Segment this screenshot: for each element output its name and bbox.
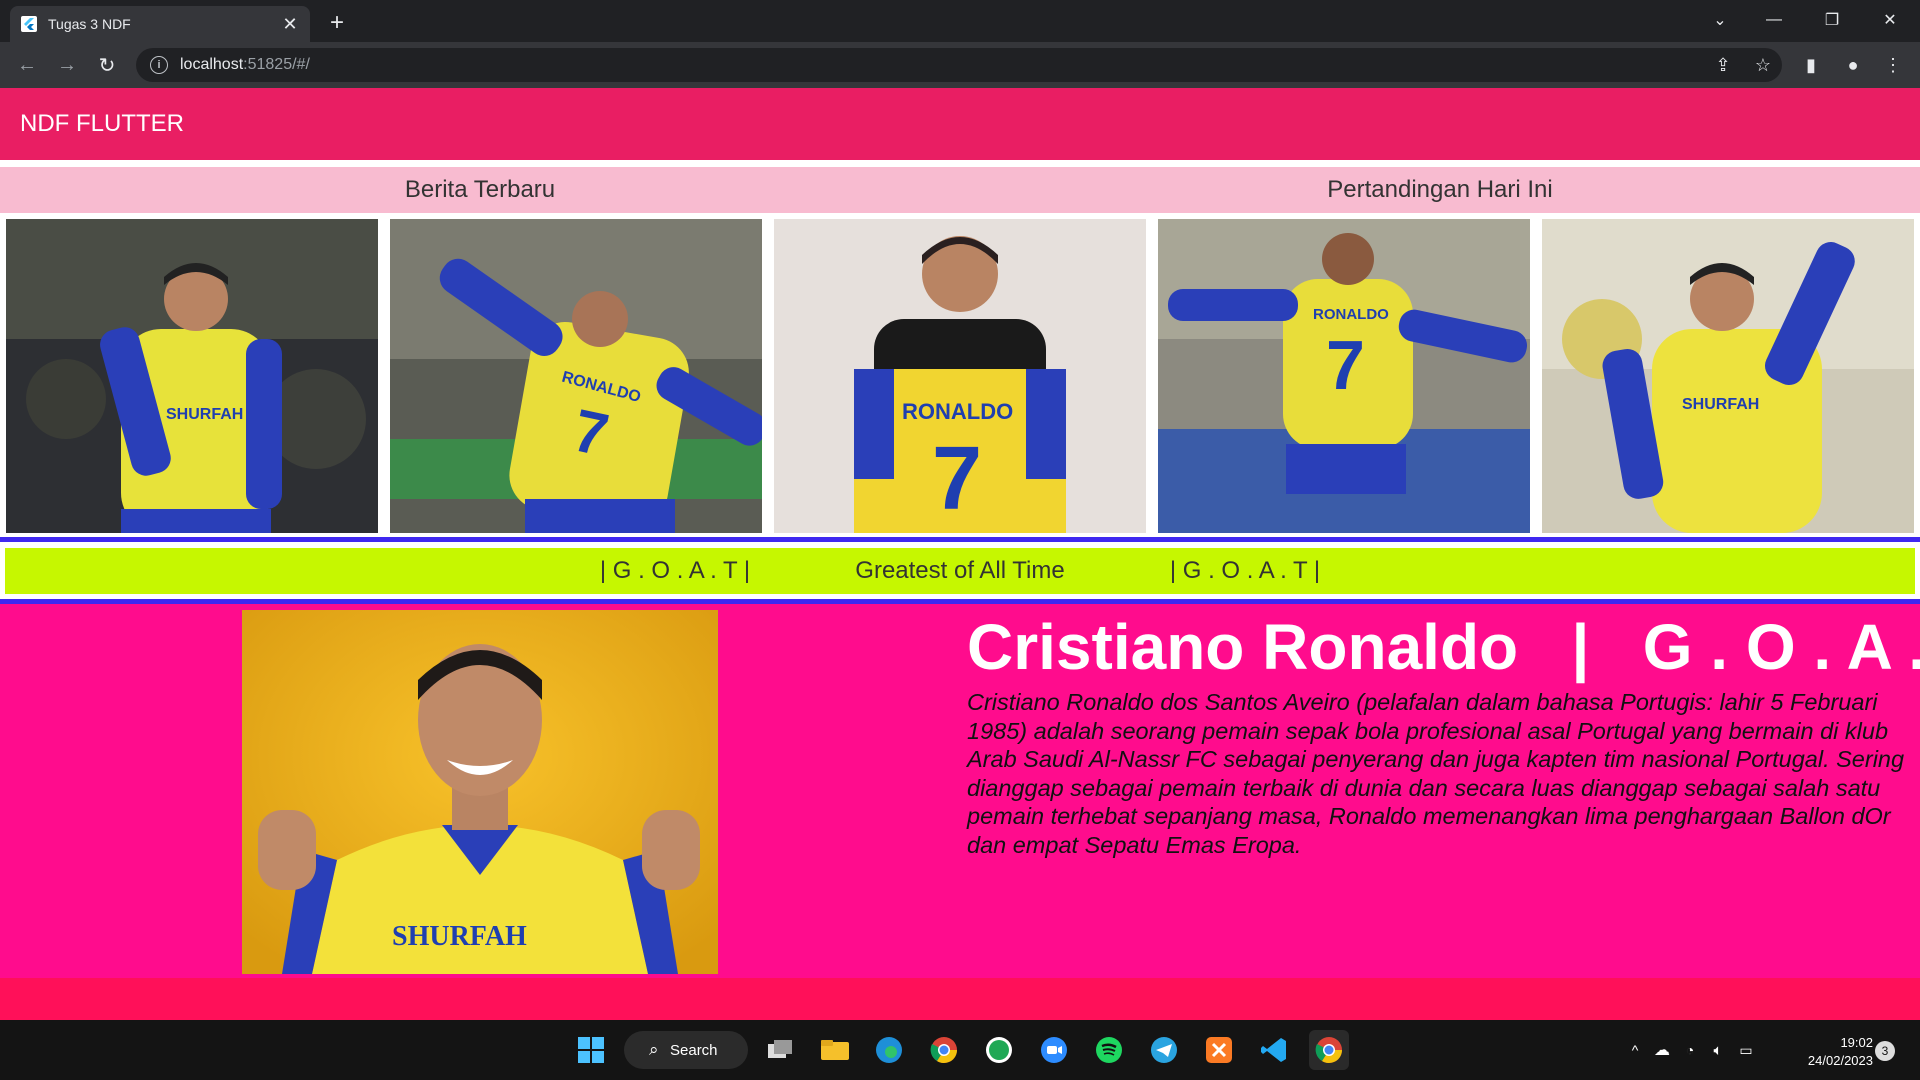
browser-tabstrip: Tugas 3 NDF ✕ + ⌄ — ❐ ✕ — [0, 0, 1920, 42]
clock-date: 24/02/2023 — [1807, 1053, 1873, 1068]
ronaldo-photo-4: RONALDO 7 — [1158, 219, 1530, 533]
tab-search-chevron-icon[interactable]: ⌄ — [1698, 0, 1742, 40]
vscode-icon[interactable] — [1254, 1030, 1294, 1070]
taskbar-search-label: Search — [670, 1041, 718, 1059]
notification-badge[interactable]: 3 — [1875, 1041, 1895, 1061]
svg-text:7: 7 — [932, 429, 982, 529]
task-view-icon[interactable] — [760, 1030, 800, 1070]
telegram-icon[interactable] — [1144, 1030, 1184, 1070]
close-window-icon[interactable]: ✕ — [1868, 0, 1912, 40]
ronaldo-photo-5: SHURFAH — [1542, 219, 1914, 533]
url-host: localhost — [180, 56, 244, 73]
side-panel-icon[interactable]: ▮ — [1796, 50, 1826, 80]
app-bar: NDF FLUTTER — [0, 88, 1920, 160]
photo-1-jersey-text: SHURFAH — [166, 406, 243, 423]
windows-taskbar: ⌕ Search ^ ☁ ◔ 🔈︎ ▭ 19:02 24/02/2023 3 — [0, 1020, 1920, 1080]
profile-bio: Cristiano Ronaldo dos Santos Aveiro (pel… — [967, 689, 1905, 858]
chevron-up-icon[interactable]: ^ — [1622, 1042, 1648, 1058]
volume-icon[interactable]: 🔈︎ — [1704, 1042, 1732, 1059]
chrome-active-icon[interactable] — [1309, 1030, 1349, 1070]
spotify-icon[interactable] — [1089, 1030, 1129, 1070]
browser-toolbar: ← → ↻ i localhost:51825/#/ ⇪ ☆ ▮ ● ⋮ — [0, 42, 1920, 88]
banner-right-text: | G . O . A . T | — [1169, 557, 1321, 584]
banner-left-text: | G . O . A . T | — [599, 557, 751, 584]
footer-strip — [0, 978, 1920, 1020]
goat-banner: | G . O . A . T | Greatest of All Time |… — [5, 548, 1915, 594]
tab-berita-terbaru[interactable]: Berita Terbaru — [0, 167, 960, 213]
share-icon[interactable]: ⇪ — [1708, 50, 1738, 80]
whatsapp-icon[interactable] — [979, 1030, 1019, 1070]
file-explorer-icon[interactable] — [815, 1030, 855, 1070]
clock-time: 19:02 — [1840, 1035, 1873, 1050]
tab-title: Tugas 3 NDF — [48, 16, 131, 32]
battery-icon[interactable]: ▭ — [1732, 1042, 1760, 1059]
photo-4-jersey-text: RONALDO — [1313, 306, 1389, 323]
photo-row: SHURFAH RONALDO 7 RONALDO 7 RONALDO 7 SH… — [0, 219, 1920, 537]
tab-bar: Berita Terbaru Pertandingan Hari Ini — [0, 167, 1920, 213]
zoom-icon[interactable] — [1034, 1030, 1074, 1070]
new-tab-icon[interactable]: + — [322, 8, 352, 38]
svg-text:7: 7 — [1326, 326, 1365, 404]
windows-start-icon[interactable] — [571, 1030, 611, 1070]
photo-5-jersey-text: SHURFAH — [1682, 396, 1759, 413]
taskbar-search[interactable]: ⌕ Search — [624, 1031, 748, 1069]
ronaldo-photo-2: RONALDO 7 — [390, 219, 762, 533]
chrome-icon[interactable] — [924, 1030, 964, 1070]
divider-top — [0, 537, 1920, 542]
tab-pertandingan-hari-ini[interactable]: Pertandingan Hari Ini — [960, 167, 1920, 213]
forward-icon[interactable]: → — [52, 50, 82, 80]
ronaldo-photo-3: RONALDO 7 — [774, 219, 1146, 533]
photo-3-jersey-text: RONALDO — [902, 399, 1013, 424]
reload-icon[interactable]: ↻ — [92, 50, 122, 80]
menu-kebab-icon[interactable]: ⋮ — [1878, 50, 1908, 80]
browser-tab[interactable]: Tugas 3 NDF ✕ — [10, 6, 310, 42]
restore-icon[interactable]: ❐ — [1810, 0, 1854, 40]
back-icon[interactable]: ← — [12, 50, 42, 80]
site-info-icon[interactable]: i — [150, 56, 168, 74]
banner-center-text: Greatest of All Time — [855, 557, 1065, 584]
system-tray: ^ ☁ ◔ 🔈︎ ▭ — [1622, 1020, 1760, 1080]
close-tab-icon[interactable]: ✕ — [280, 14, 300, 34]
minimize-icon[interactable]: — — [1752, 0, 1796, 40]
clock[interactable]: 19:02 24/02/2023 — [1783, 1034, 1873, 1070]
profile-icon[interactable]: ● — [1838, 50, 1868, 80]
address-bar[interactable]: i localhost:51825/#/ — [136, 48, 1782, 82]
profile-headline: Cristiano Ronaldo | G . O . A . T — [967, 611, 1920, 683]
search-icon: ⌕ — [649, 1040, 659, 1059]
profile-jersey-text: SHURFAH — [392, 921, 527, 952]
wifi-icon[interactable]: ◔ — [1676, 1042, 1704, 1058]
url-path: :51825/#/ — [243, 56, 310, 73]
onedrive-cloud-icon[interactable]: ☁ — [1648, 1040, 1676, 1060]
xampp-icon[interactable] — [1199, 1030, 1239, 1070]
app-title: NDF FLUTTER — [20, 110, 184, 137]
ronaldo-profile-photo: SHURFAH — [242, 610, 718, 974]
ronaldo-photo-1: SHURFAH — [6, 219, 378, 533]
edge-icon[interactable] — [869, 1030, 909, 1070]
flutter-icon — [20, 15, 38, 33]
app-viewport: NDF FLUTTER Berita Terbaru Pertandingan … — [0, 88, 1920, 1020]
profile-section: SHURFAH Cristiano Ronaldo | G . O . A . … — [0, 604, 1920, 994]
bookmark-star-icon[interactable]: ☆ — [1748, 50, 1778, 80]
